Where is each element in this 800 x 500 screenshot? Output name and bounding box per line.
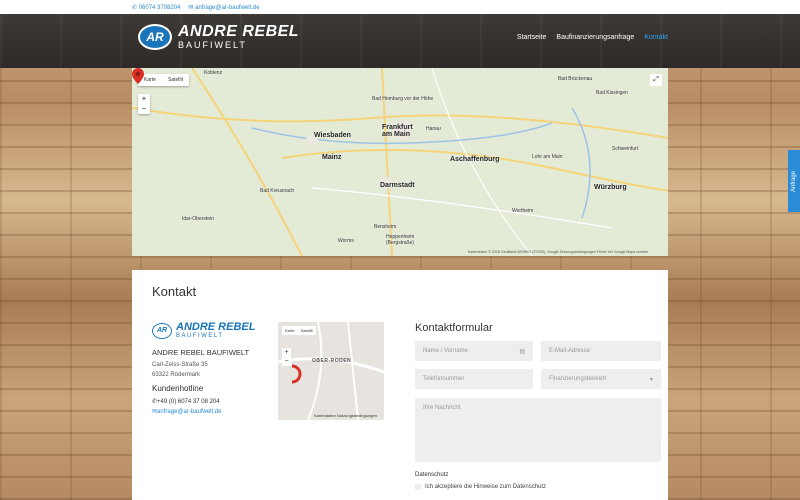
message-textarea[interactable]: Ihre Nachricht — [415, 398, 661, 462]
email-input[interactable]: E-Mail-Adresse — [541, 341, 661, 361]
logo-name: ANDRE REBEL — [178, 23, 300, 40]
address-city: 63322 Rödermark — [152, 372, 201, 378]
privacy-label: Datenschutz — [415, 472, 449, 478]
map-type-tabs: Karte Satellit — [138, 74, 189, 86]
map-city-schweinfurt: Schweinfurt — [612, 146, 639, 152]
contact-logo-sub: BAUFIWELT — [176, 333, 224, 339]
map-city-badhomburg: Bad Homburg vor der Höhe — [372, 96, 434, 102]
nav-kontakt[interactable]: Kontakt — [644, 34, 668, 41]
contact-logo: AR ANDRE REBEL BAUFIWELT — [152, 322, 255, 339]
site-logo[interactable]: AR ANDRE REBEL BAUFIWELT — [138, 24, 299, 50]
small-location-map[interactable]: Karte Satellit + − OBER-RODEN Kartendate… — [278, 322, 384, 420]
fullscreen-icon[interactable]: ⤢ — [650, 74, 662, 86]
contact-card: Kontakt AR ANDRE REBEL BAUFIWELT ANDRE R… — [132, 270, 668, 500]
anfrage-side-tab[interactable]: Anfrage — [788, 150, 800, 212]
name-input[interactable]: Name / Vorname ▤ — [415, 341, 533, 361]
nav-startseite[interactable]: Startseite — [517, 34, 547, 41]
small-map-zoom: + − — [282, 348, 291, 366]
phone-input[interactable]: Telefonnummer — [415, 369, 533, 389]
map-city-badbrueckenau: Bad Brückenau — [558, 76, 593, 82]
map-city-darmstadt: Darmstadt — [380, 182, 415, 189]
hotline-heading: Kundenhotline — [152, 384, 204, 393]
map-city-frankfurt: Frankfurt am Main — [382, 124, 413, 138]
contact-email-link[interactable]: ✉anfrage@ar-baufwelt.de — [152, 408, 222, 415]
small-map-tab-satellit[interactable]: Satellit — [298, 326, 316, 335]
zoom-out-button[interactable]: − — [138, 104, 150, 114]
privacy-checkbox[interactable] — [415, 484, 421, 490]
privacy-text: Ich akzeptiere die Hinweise zum Datensch… — [425, 484, 547, 490]
map-city-aschaffenburg: Aschaffenburg — [450, 156, 500, 163]
map-zoom-control: + − — [138, 94, 150, 114]
address-street: Carl-Zeiss-Straße 35 — [152, 362, 208, 368]
map-city-wertheim: Wertheim — [512, 208, 534, 214]
contact-logo-name: ANDRE REBEL — [176, 321, 256, 333]
privacy-checkbox-row[interactable]: Ich akzeptiere die Hinweise zum Datensch… — [415, 484, 546, 490]
map-city-heppenheim: Heppenheim (Bergstraße) — [386, 234, 415, 246]
small-map-roads — [278, 322, 384, 420]
top-bar: ✆ 06074 3708204 ✉ anfrage@ar-baufwelt.de — [0, 0, 800, 14]
map-city-idar: Idar-Oberstein — [182, 216, 214, 222]
site-header: AR ANDRE REBEL BAUFIWELT Startseite Bauf… — [0, 14, 800, 68]
main-nav: Startseite Baufinanzierungsanfrage Konta… — [517, 34, 668, 41]
map-city-koblenz: Koblenz — [204, 70, 223, 76]
chevron-down-icon: ▾ — [649, 376, 653, 383]
small-map-footer: Kartendaten Nutzungsbedingungen — [314, 413, 377, 418]
company-name: ANDRE REBEL BAUFIWELT — [152, 348, 250, 357]
small-zoom-in-button[interactable]: + — [282, 348, 291, 357]
form-title: Kontaktformular — [415, 322, 493, 334]
contact-logo-badge: AR — [152, 322, 172, 339]
logo-sub: BAUFIWELT — [178, 40, 247, 50]
map-footer: Kartendaten © 2018 GeoBasis-DE/BKG (©200… — [467, 250, 648, 254]
map-city-wiesbaden: Wiesbaden — [314, 132, 351, 139]
map-city-worms: Worms — [338, 238, 354, 244]
logo-badge: AR — [138, 24, 172, 50]
small-zoom-out-button[interactable]: − — [282, 357, 291, 366]
financing-select[interactable]: Finanzierungsbereich ▾ — [541, 369, 661, 389]
map-city-hanau: Hanau — [426, 126, 441, 132]
hotline-phone[interactable]: ✆+49 (0) 6074 37 08 204 — [152, 398, 220, 405]
map-city-wuerzburg: Würzburg — [594, 184, 627, 191]
map-city-badkreuznach: Bad Kreuznach — [260, 188, 295, 194]
map-city-bensheim: Bensheim — [374, 224, 397, 230]
location-pin-icon[interactable] — [132, 68, 144, 84]
page-title: Kontakt — [152, 284, 197, 299]
small-map-tab-karte[interactable]: Karte — [282, 326, 298, 335]
topbar-phone[interactable]: ✆ 06074 3708204 — [132, 4, 180, 11]
nav-baufinanzierung[interactable]: Baufinanzierungsanfrage — [556, 34, 634, 41]
google-map[interactable]: Karte Satellit + − ⤢ Koblenz Bad Homburg… — [132, 68, 668, 256]
small-map-tabs: Karte Satellit — [282, 326, 316, 335]
map-city-lohr: Lohr am Main — [532, 154, 563, 160]
small-map-place: OBER-RODEN — [312, 358, 352, 364]
contact-card-icon: ▤ — [519, 348, 525, 355]
map-city-mainz: Mainz — [322, 154, 342, 161]
zoom-in-button[interactable]: + — [138, 94, 150, 104]
map-city-badkissingen: Bad Kissingen — [596, 90, 628, 96]
map-tab-satellit[interactable]: Satellit — [162, 74, 189, 86]
topbar-email[interactable]: ✉ anfrage@ar-baufwelt.de — [188, 4, 259, 11]
